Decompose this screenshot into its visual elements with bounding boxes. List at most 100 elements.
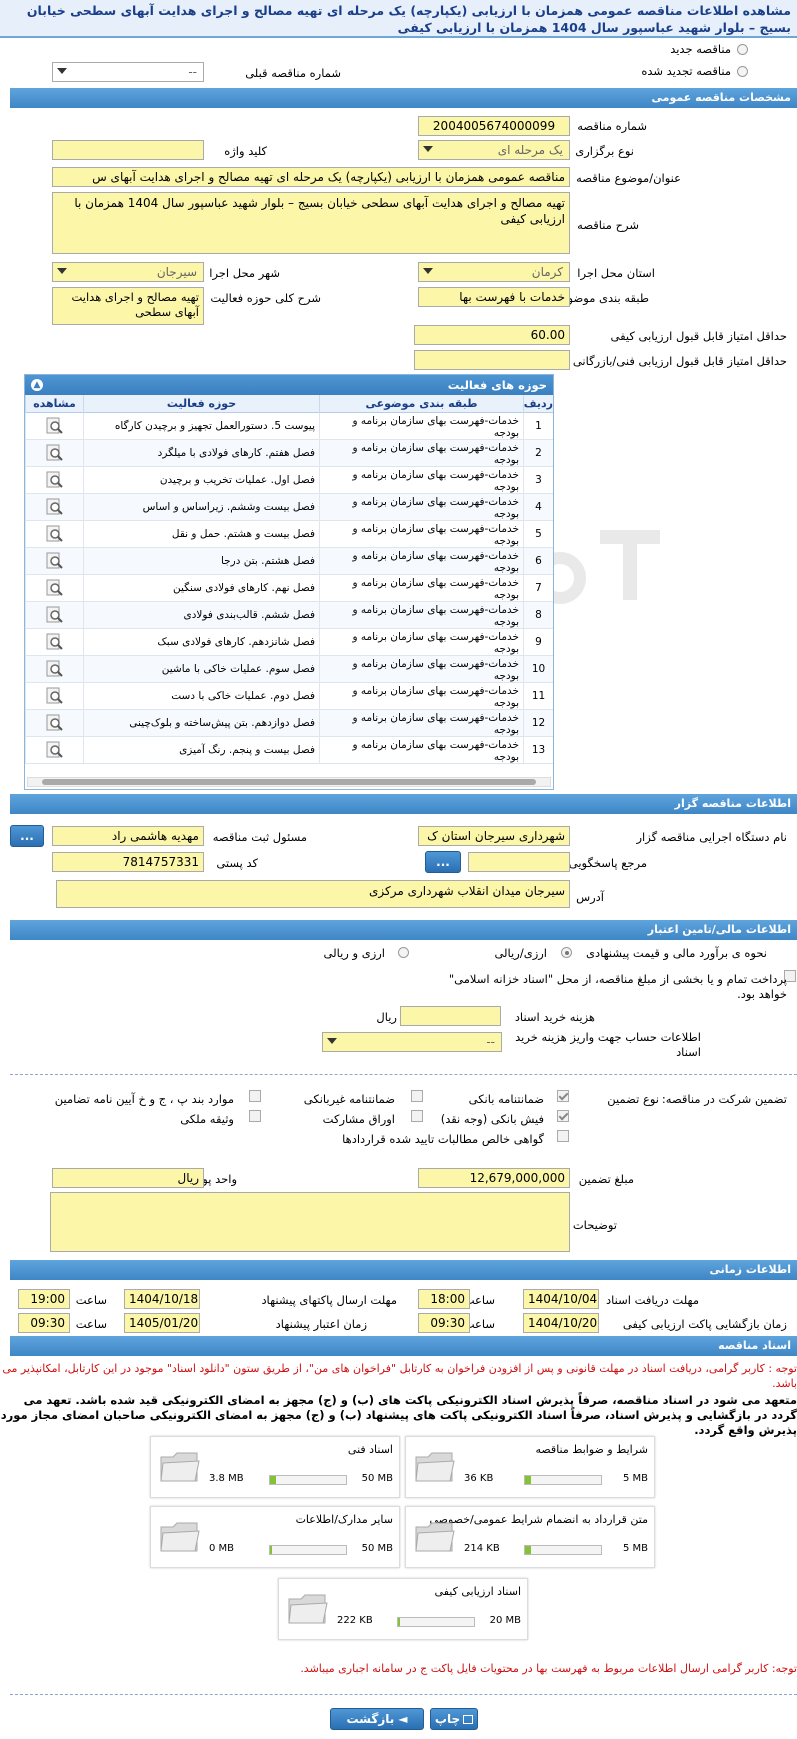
valid-time-field[interactable]: 09:30 [18, 1313, 70, 1333]
scrollbar-thumb[interactable] [42, 779, 536, 785]
g-claims-checkbox[interactable] [557, 1130, 569, 1142]
send-date-field[interactable]: 1404/10/18 [124, 1289, 200, 1309]
row-view-cell [25, 494, 83, 521]
doc-file-card[interactable]: اسناد ارزیابی کیفی 222 KB 20 MB [278, 1578, 528, 1640]
table-row: 7 خدمات-فهرست بهای سازمان برنامه و بودجه ف… [25, 575, 553, 602]
send-time-field[interactable]: 19:00 [18, 1289, 70, 1309]
collapse-icon[interactable]: ▲ [31, 379, 43, 391]
horizontal-scrollbar[interactable] [27, 777, 551, 787]
estimate-opt2-label: ارزی و ریالی [323, 946, 385, 960]
doc-file-card[interactable]: متن قرارداد به انضمام شرایط عمومی/خصوصی 2… [405, 1506, 655, 1568]
reference-label: مرجع پاسخگویی [568, 856, 647, 870]
scope-field[interactable]: تهیه مصالح و اجرای هدایت آبهای سطحی [52, 287, 204, 325]
activity-grid: حوزه های فعالیت ▲ ردیف طبقه بندی موضوعی … [24, 374, 554, 790]
reference-lookup-button[interactable]: ... [425, 851, 461, 873]
doc-fee-field[interactable] [400, 1006, 501, 1026]
amount-label: مبلغ تضمین [578, 1172, 634, 1186]
section-finance: اطلاعات مالی/تامین اعتبار [10, 920, 797, 940]
print-button[interactable]: چاپ [430, 1708, 478, 1730]
doc-file-name: اسناد ارزیابی کیفی [434, 1585, 521, 1598]
back-button[interactable]: ◄بازگشت [330, 1708, 424, 1730]
table-row: 10 خدمات-فهرست بهای سازمان برنامه و بودجه… [25, 656, 553, 683]
valid-date-field[interactable]: 1405/01/20 [124, 1313, 200, 1333]
desc-field[interactable]: تهیه مصالح و اجرای هدایت آبهای سطحی خیاب… [52, 192, 570, 254]
estimate-opt1-radio[interactable] [561, 947, 572, 958]
recv-time-field[interactable]: 18:00 [418, 1289, 470, 1309]
min-tech-field[interactable] [414, 350, 570, 370]
new-tender-radio[interactable] [737, 44, 748, 55]
row-activity: فصل بیست و هشتم. حمل و نقل [83, 521, 319, 548]
city-select[interactable]: سیرجان [52, 262, 204, 282]
tender-no-field[interactable]: 2004005674000099 [418, 116, 570, 136]
view-magnifier-icon[interactable] [46, 525, 64, 543]
view-magnifier-icon[interactable] [46, 714, 64, 732]
view-magnifier-icon[interactable] [46, 417, 64, 435]
view-magnifier-icon[interactable] [46, 741, 64, 759]
view-magnifier-icon[interactable] [46, 606, 64, 624]
min-quality-field[interactable]: 60.00 [414, 325, 570, 345]
chevron-down-icon [57, 268, 67, 274]
subject-field[interactable]: مناقصه عمومی همزمان با ارزیابی (یکپارچه)… [52, 167, 570, 187]
view-magnifier-icon[interactable] [46, 579, 64, 597]
row-activity: فصل دوم. عملیات خاکی با دست [83, 683, 319, 710]
row-view-cell [25, 737, 83, 764]
type-select[interactable]: یک مرحله ای [418, 140, 570, 160]
row-view-cell [25, 602, 83, 629]
open-time-field[interactable]: 09:30 [418, 1313, 470, 1333]
doc-file-card[interactable]: سایر مدارک/اطلاعات 0 MB 50 MB [150, 1506, 400, 1568]
estimate-opt2-radio[interactable] [398, 947, 409, 958]
row-view-cell [25, 548, 83, 575]
responsible-lookup-button[interactable]: ... [10, 825, 44, 847]
g-bonds-checkbox[interactable] [411, 1110, 423, 1122]
row-view-cell [25, 440, 83, 467]
view-magnifier-icon[interactable] [46, 552, 64, 570]
min-quality-label: حداقل امتیاز قابل قبول ارزیابی کیفی [610, 329, 788, 343]
address-field[interactable]: سیرجان میدان انقلاب شهرداری مرکزی [56, 880, 570, 908]
account-select[interactable]: -- [322, 1032, 502, 1052]
doc-file-card[interactable]: اسناد فنی 3.8 MB 50 MB [150, 1436, 400, 1498]
g-cash-checkbox[interactable] [557, 1110, 569, 1122]
back-icon: ◄ [398, 1712, 408, 1726]
org-field[interactable]: شهرداری سیرجان استان ک [418, 826, 570, 846]
view-magnifier-icon[interactable] [46, 471, 64, 489]
g-bank-checkbox[interactable] [557, 1090, 569, 1102]
recv-label: مهلت دریافت اسناد [606, 1293, 699, 1307]
send-time-word: ساعت [75, 1293, 107, 1307]
table-row: 12 خدمات-فهرست بهای سازمان برنامه و بودجه… [25, 710, 553, 737]
recv-date-field[interactable]: 1404/10/04 [523, 1289, 599, 1309]
prev-no-select[interactable]: -- [52, 62, 204, 82]
currency-field[interactable]: ریال [52, 1168, 204, 1188]
postal-field[interactable]: 7814757331 [52, 852, 204, 872]
g-property-checkbox[interactable] [249, 1110, 261, 1122]
address-label: آدرس [576, 890, 604, 904]
notes-field[interactable] [50, 1192, 570, 1252]
g-nonbank-checkbox[interactable] [411, 1090, 423, 1102]
section-organizer: اطلاعات مناقصه گزار [10, 794, 797, 814]
doc-file-card[interactable]: شرایط و ضوابط مناقصه 36 KB 5 MB [405, 1436, 655, 1498]
renewed-tender-radio[interactable] [737, 66, 748, 77]
doc-file-name: متن قرارداد به انضمام شرایط عمومی/خصوصی [429, 1513, 648, 1526]
province-select[interactable]: کرمان [418, 262, 570, 282]
table-row: 5 خدمات-فهرست بهای سازمان برنامه و بودجه ف… [25, 521, 553, 548]
view-magnifier-icon[interactable] [46, 687, 64, 705]
table-row: 3 خدمات-فهرست بهای سازمان برنامه و بودجه ف… [25, 467, 553, 494]
view-magnifier-icon[interactable] [46, 660, 64, 678]
g-cash-label: فیش بانکی (وجه نقد) [440, 1112, 544, 1126]
g-items-checkbox[interactable] [249, 1090, 261, 1102]
view-magnifier-icon[interactable] [46, 444, 64, 462]
category-field[interactable]: خدمات با فهرست بها [418, 287, 570, 307]
col-activity: حوزه فعالیت [83, 395, 319, 413]
send-label: مهلت ارسال پاکتهای پیشنهاد [261, 1293, 397, 1307]
desc-label: شرح مناقصه [577, 218, 639, 232]
view-magnifier-icon[interactable] [46, 633, 64, 651]
row-activity: فصل سوم. عملیات خاکی با ماشین [83, 656, 319, 683]
valid-label: زمان اعتبار پیشنهاد [275, 1317, 367, 1331]
min-tech-label: حداقل امتیاز قابل قبول ارزیابی فنی/بازرگ… [572, 354, 787, 368]
doc-file-max: 50 MB [361, 1543, 393, 1554]
view-magnifier-icon[interactable] [46, 498, 64, 516]
amount-field[interactable]: 12,679,000,000 [418, 1168, 570, 1188]
open-date-field[interactable]: 1404/10/20 [523, 1313, 599, 1333]
keyword-field[interactable] [52, 140, 204, 160]
responsible-field[interactable]: مهدیه هاشمی راد [52, 826, 204, 846]
reference-field[interactable] [468, 852, 570, 872]
